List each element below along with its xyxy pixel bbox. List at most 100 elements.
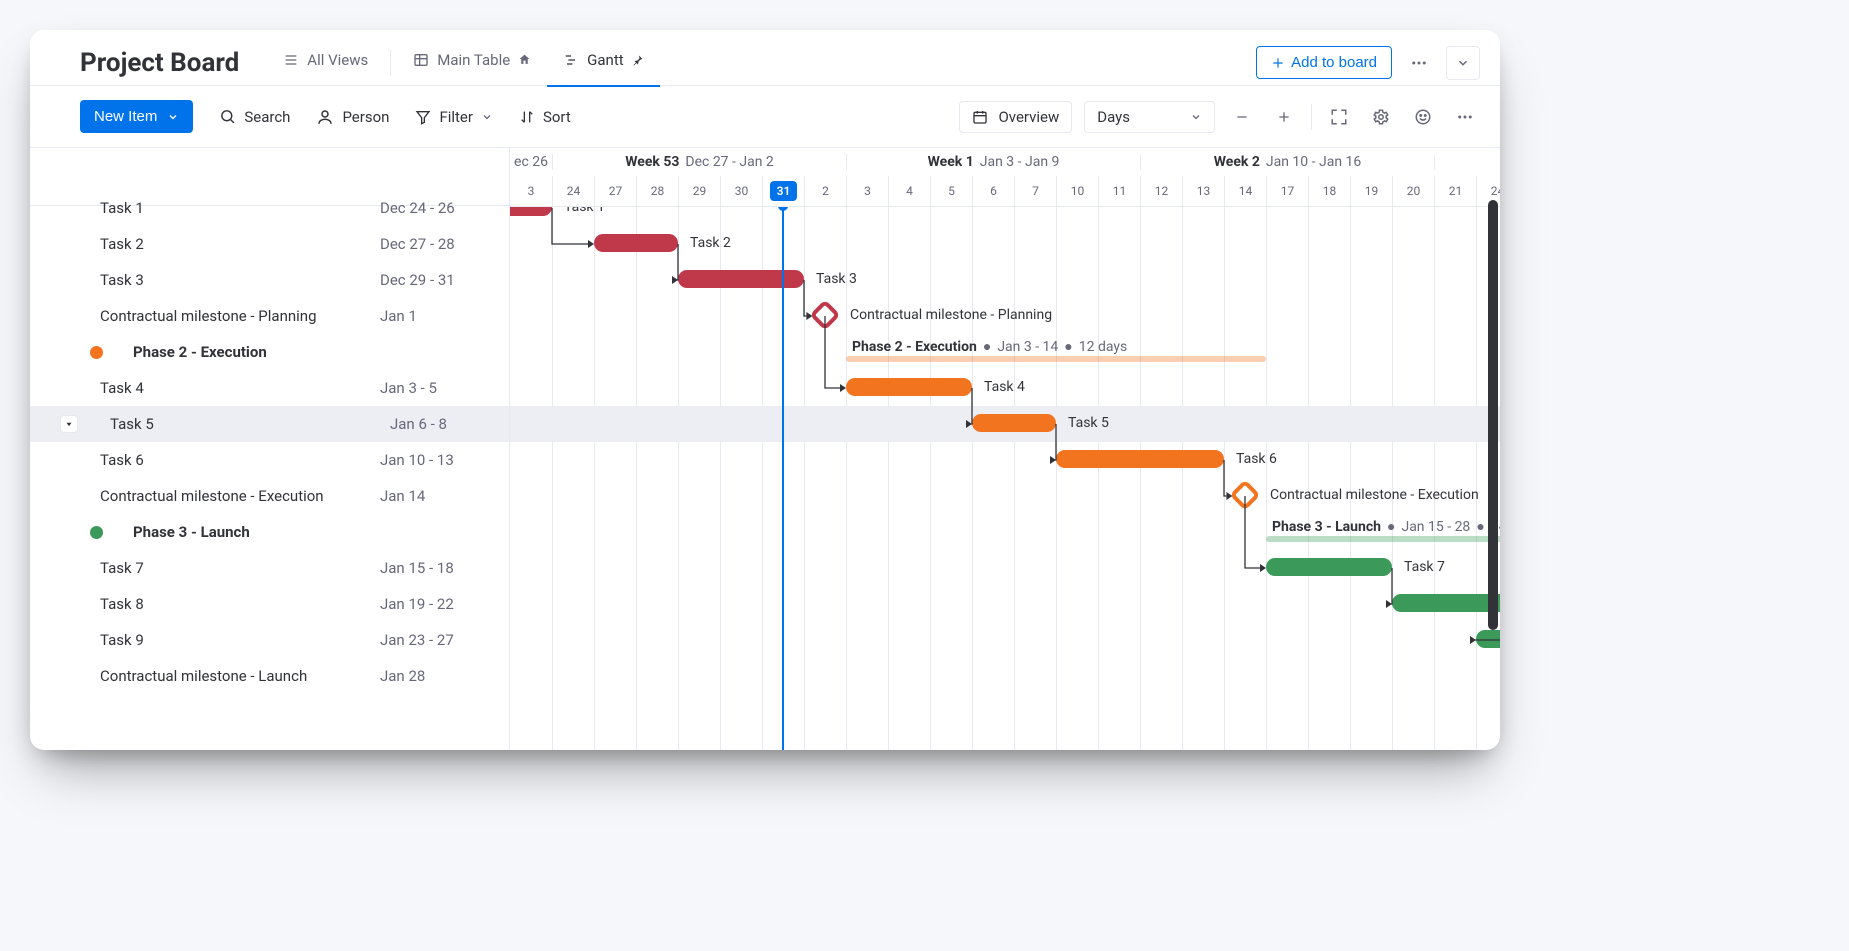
group-summary-bar[interactable] (1266, 536, 1500, 542)
tab-main-table[interactable]: Main Table (397, 39, 547, 87)
toolbar: New Item Search Person Filter (30, 86, 1500, 148)
task-bar-label: Task 3 (816, 270, 857, 288)
task-row[interactable]: Task 6Jan 10 - 13 (30, 442, 509, 478)
home-icon (518, 53, 531, 66)
day-header[interactable]: 29 (678, 176, 720, 206)
task-row[interactable]: Task 8Jan 19 - 22 (30, 586, 509, 622)
task-bar[interactable] (1266, 558, 1392, 576)
gantt-row: Task 4 (510, 370, 1500, 406)
gantt-row: Phase 3 - Launch●Jan 15 - 28●14 days (510, 514, 1500, 550)
settings-button[interactable] (1366, 102, 1396, 132)
fullscreen-button[interactable] (1324, 102, 1354, 132)
task-row[interactable]: Task 7Jan 15 - 18 (30, 550, 509, 586)
task-bar[interactable] (1056, 450, 1224, 468)
vertical-scrollbar[interactable] (1488, 200, 1498, 630)
task-bar[interactable] (1476, 630, 1500, 648)
sort-icon (519, 109, 535, 125)
zoom-in-button[interactable] (1269, 102, 1299, 132)
timeline-pane[interactable]: ec 26Week 53Dec 27 - Jan 2Week 1Jan 3 - … (510, 148, 1500, 750)
feedback-button[interactable] (1408, 102, 1438, 132)
task-bar[interactable] (678, 270, 804, 288)
day-header[interactable]: 13 (1182, 176, 1224, 206)
task-bar-label: Task 6 (1236, 450, 1277, 468)
day-header[interactable]: 19 (1350, 176, 1392, 206)
divider (390, 50, 391, 76)
milestone-row[interactable]: Contractual milestone - PlanningJan 1 (30, 298, 509, 334)
task-date: Jan 23 - 27 (380, 631, 454, 649)
task-row[interactable]: Task 9 Jan 23 - 27 (30, 622, 509, 658)
week-header: ec 26 (510, 154, 552, 170)
task-date: Jan 19 - 22 (380, 595, 454, 613)
group-name: Phase 3 - Launch (133, 523, 393, 541)
day-header[interactable]: 12 (1140, 176, 1182, 206)
group-summary-label: Phase 3 - Launch●Jan 15 - 28●14 days (1272, 518, 1500, 535)
gantt-row: Contractual milestone - Execution (510, 478, 1500, 514)
all-views-tab[interactable]: All Views (267, 39, 384, 87)
day-header[interactable]: 31 (762, 176, 804, 206)
group-summary-bar[interactable] (846, 356, 1266, 362)
pin-icon (632, 54, 644, 66)
day-header[interactable]: 5 (930, 176, 972, 206)
day-header[interactable]: 10 (1056, 176, 1098, 206)
task-bar[interactable] (1392, 594, 1500, 612)
tab-gantt[interactable]: Gantt (547, 39, 659, 87)
milestone-diamond[interactable] (1229, 479, 1260, 510)
day-header[interactable]: 20 (1392, 176, 1434, 206)
day-header[interactable]: 27 (594, 176, 636, 206)
sort-button[interactable]: Sort (519, 108, 571, 126)
day-header[interactable]: 18 (1308, 176, 1350, 206)
timescale-select[interactable]: Days (1084, 101, 1215, 133)
more-options-button[interactable] (1450, 102, 1480, 132)
day-header[interactable]: 2 (804, 176, 846, 206)
overview-toggle[interactable]: Overview (959, 101, 1072, 133)
task-bar[interactable] (594, 234, 678, 252)
task-row[interactable]: Task 1Dec 24 - 26 (30, 190, 509, 226)
day-header[interactable]: 24 (552, 176, 594, 206)
person-filter-button[interactable]: Person (316, 108, 389, 126)
day-header[interactable]: 3 (846, 176, 888, 206)
add-to-board-button[interactable]: Add to board (1256, 46, 1392, 79)
board-title[interactable]: Project Board (80, 48, 239, 78)
group-row[interactable]: Phase 3 - Launch (30, 514, 509, 550)
task-bar[interactable] (846, 378, 972, 396)
task-bar[interactable] (510, 206, 552, 216)
group-name: Phase 2 - Execution (133, 343, 393, 361)
task-bar-label: Task 5 (1068, 414, 1109, 432)
collapse-button[interactable] (1446, 46, 1480, 80)
task-row[interactable]: Task 4Jan 3 - 5 (30, 370, 509, 406)
milestone-row[interactable]: Contractual milestone - LaunchJan 28 (30, 658, 509, 694)
milestone-row[interactable]: Contractual milestone - ExecutionJan 14 (30, 478, 509, 514)
task-row[interactable]: Task 2Dec 27 - 28 (30, 226, 509, 262)
gantt-row: Contractual milestone - Planning (510, 298, 1500, 334)
task-row[interactable]: Task 5Jan 6 - 8 (30, 406, 509, 442)
task-bar[interactable] (972, 414, 1056, 432)
group-row[interactable]: Phase 2 - Execution (30, 334, 509, 370)
day-header[interactable]: 4 (888, 176, 930, 206)
task-name: Contractual milestone - Planning (100, 307, 360, 325)
expand-toggle[interactable] (60, 415, 78, 433)
day-header[interactable]: 17 (1266, 176, 1308, 206)
day-header[interactable]: 6 (972, 176, 1014, 206)
day-header[interactable]: 7 (1014, 176, 1056, 206)
tab-label: Gantt (587, 51, 623, 69)
day-header[interactable]: 28 (636, 176, 678, 206)
day-header[interactable]: 21 (1434, 176, 1476, 206)
task-row[interactable]: Task 3 Dec 29 - 31 (30, 262, 509, 298)
day-header[interactable]: 11 (1098, 176, 1140, 206)
board-window: Project Board All Views Main Table (30, 30, 1500, 750)
day-header[interactable]: 30 (720, 176, 762, 206)
new-item-button[interactable]: New Item (80, 100, 193, 133)
week-header: Week 3Jan 17 - Jan 23 (1434, 154, 1500, 170)
milestone-diamond[interactable] (809, 299, 840, 330)
task-date: Dec 29 - 31 (380, 271, 455, 289)
task-name: Task 9 (100, 631, 360, 649)
zoom-out-button[interactable] (1227, 102, 1257, 132)
day-header[interactable]: 3 (510, 176, 552, 206)
week-header: Week 1Jan 3 - Jan 9 (846, 154, 1140, 170)
filter-button[interactable]: Filter (415, 108, 493, 126)
task-name: Task 3 (100, 271, 360, 289)
timeline-header: ec 26Week 53Dec 27 - Jan 2Week 1Jan 3 - … (510, 148, 1500, 207)
search-button[interactable]: Search (219, 108, 290, 126)
day-header[interactable]: 14 (1224, 176, 1266, 206)
more-menu-button[interactable] (1402, 46, 1436, 80)
